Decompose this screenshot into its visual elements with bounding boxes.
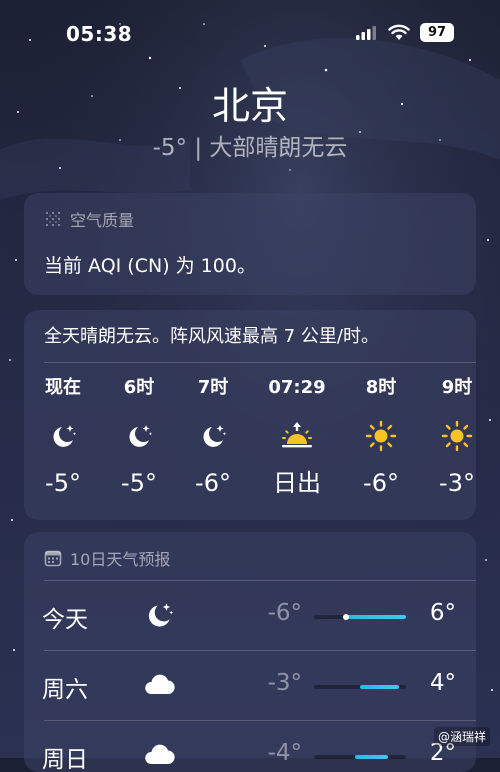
hour-label: 6时	[123, 377, 155, 398]
forecast-day-row[interactable]: 今天 -6° 6°	[24, 582, 476, 650]
aqi-description: 当前 AQI (CN) 为 100。	[44, 255, 256, 277]
ten-day-forecast-title: 10日天气预报	[44, 546, 170, 570]
hour-temp: -3°	[439, 469, 475, 497]
hourly-forecast-card[interactable]: 全天晴朗无云。阵风风速最高 7 公里/时。 现在 -5° 6时 -5° 7时 -…	[24, 310, 476, 520]
moon-stars-icon	[203, 425, 227, 447]
cellular-signal-icon	[356, 26, 376, 40]
day-name: 今天	[42, 607, 88, 633]
hour-label: 现在	[45, 377, 81, 398]
hour-label: 8时	[365, 377, 397, 398]
day-low-temp: -3°	[267, 670, 302, 696]
moon-stars-icon	[53, 425, 77, 447]
divider	[44, 580, 476, 581]
calendar-icon	[44, 550, 62, 567]
dots-grid-icon	[46, 212, 60, 226]
temperature-range-bar	[314, 614, 406, 620]
day-low-temp: -6°	[267, 600, 302, 626]
wifi-icon	[388, 24, 410, 40]
hour-item: 8时 -6°	[346, 376, 416, 498]
status-time: 05:38	[66, 22, 133, 46]
hour-temp: -6°	[363, 469, 399, 497]
hour-label: 9时	[441, 377, 473, 398]
day-high-temp: 4°	[429, 670, 456, 696]
hourly-summary: 全天晴朗无云。阵风风速最高 7 公里/时。	[44, 326, 379, 347]
day-name: 周日	[42, 747, 88, 772]
hour-item: 6时 -5°	[104, 376, 174, 498]
sun-icon	[441, 420, 473, 452]
cloud-icon	[145, 744, 175, 764]
battery-indicator: 97	[420, 23, 454, 42]
hour-item: 7时 -6°	[178, 376, 248, 498]
moon-stars-icon	[148, 603, 174, 627]
hour-item: 9时 -3°	[422, 376, 476, 498]
location-header: 北京 -5° | 大部晴朗无云	[0, 82, 500, 164]
temperature-range-fill	[355, 755, 388, 759]
air-quality-title: 空气质量	[44, 207, 134, 231]
cloud-icon	[145, 674, 175, 694]
hour-label: 07:29	[268, 377, 326, 398]
hour-temp: 日出	[273, 469, 321, 497]
temperature-range-fill	[360, 685, 399, 689]
day-low-temp: -4°	[267, 740, 302, 766]
watermark: @涵瑞祥	[433, 727, 490, 746]
sun-icon	[365, 420, 397, 452]
divider	[44, 362, 476, 363]
hour-temp: -5°	[121, 469, 157, 497]
sunrise-icon	[282, 422, 312, 448]
temperature-range-bar	[314, 685, 406, 689]
air-quality-card[interactable]: 空气质量 当前 AQI (CN) 为 100。	[24, 193, 476, 295]
divider	[44, 720, 476, 721]
temperature-range-fill	[346, 615, 406, 619]
ten-day-forecast-card[interactable]: 10日天气预报 今天 -6° 6° 周六 -3° 4° 周日 -4° 2°	[24, 532, 476, 772]
hour-temp: -6°	[195, 469, 231, 497]
forecast-day-row[interactable]: 周六 -3° 4°	[24, 652, 476, 720]
hour-label: 7时	[197, 377, 229, 398]
air-quality-title-label: 空气质量	[70, 211, 135, 230]
ten-day-forecast-label: 10日天气预报	[70, 550, 171, 569]
temperature-range-bar	[314, 755, 406, 759]
forecast-day-row[interactable]: 周日 -4° 2°	[24, 722, 476, 772]
moon-stars-icon	[129, 425, 153, 447]
day-name: 周六	[42, 677, 88, 703]
current-temp-marker	[343, 614, 350, 620]
hour-temp: -5°	[45, 469, 81, 497]
current-conditions: -5° | 大部晴朗无云	[152, 135, 348, 161]
status-bar: 05:38 97	[0, 0, 500, 64]
city-name: 北京	[211, 84, 288, 128]
divider	[44, 650, 476, 651]
day-high-temp: 6°	[429, 600, 456, 626]
hour-item: 07:29 日出	[262, 376, 332, 498]
hour-item: 现在 -5°	[28, 376, 98, 498]
